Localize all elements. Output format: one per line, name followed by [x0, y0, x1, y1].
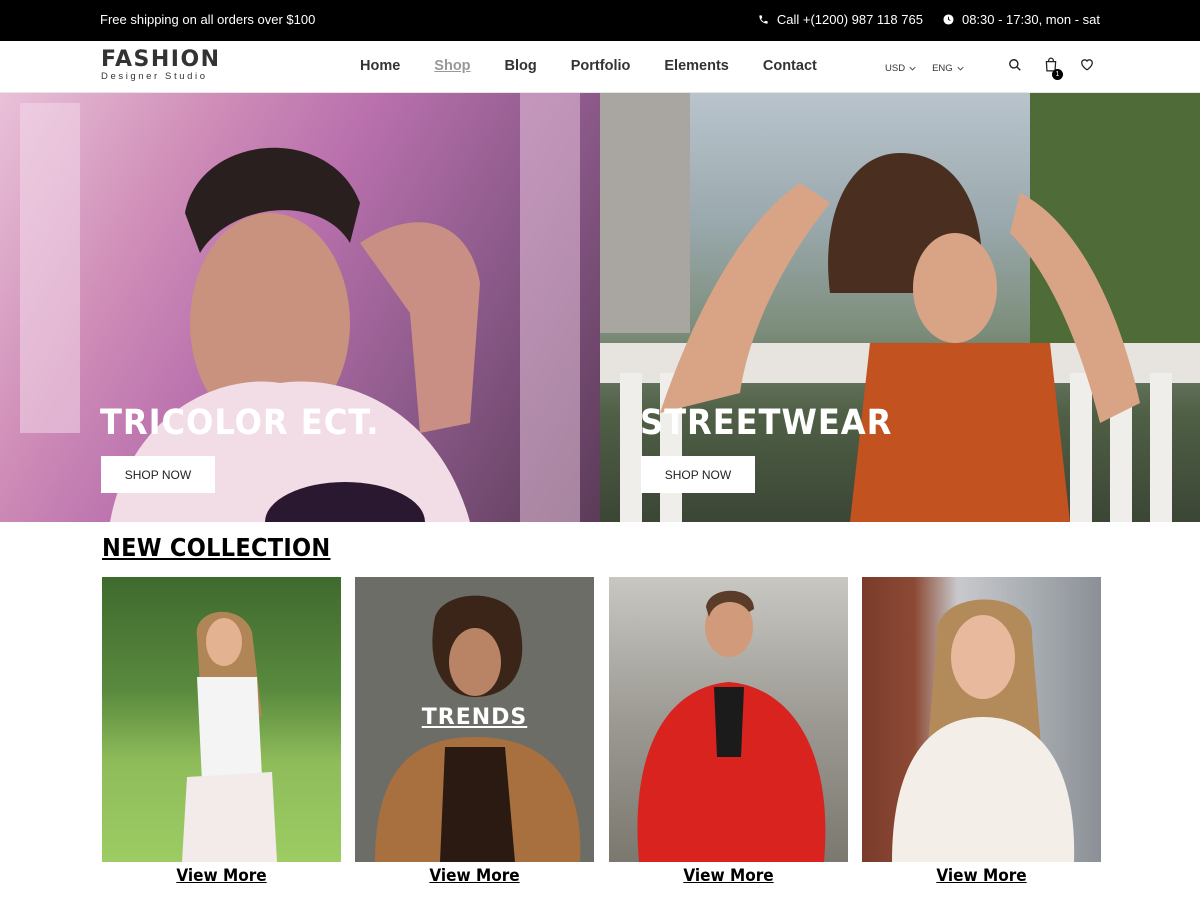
collection-card[interactable]: View More — [609, 577, 848, 886]
nav-portfolio[interactable]: Portfolio — [571, 58, 631, 74]
cart-count-badge: 1 — [1052, 69, 1063, 80]
phone-icon — [758, 14, 769, 25]
collection-card[interactable]: TRENDS View More — [355, 577, 594, 886]
product-photo: TRENDS — [355, 577, 594, 862]
nav-shop[interactable]: Shop — [434, 58, 470, 74]
currency-select[interactable]: USD — [885, 63, 916, 74]
view-more-link[interactable]: View More — [114, 866, 329, 886]
cart-button[interactable]: 1 — [1044, 57, 1063, 80]
language-value: ENG — [932, 63, 953, 74]
view-more-link[interactable]: View More — [874, 866, 1089, 886]
search-icon[interactable] — [1008, 58, 1022, 77]
hero-photo-man — [20, 93, 580, 522]
language-select[interactable]: ENG — [932, 63, 964, 74]
collection-card[interactable]: View More — [102, 577, 341, 886]
phone-info: Call +(1200) 987 118 765 — [758, 12, 923, 27]
chevron-down-icon — [957, 63, 964, 74]
shipping-notice: Free shipping on all orders over $100 — [100, 12, 316, 27]
nav-home[interactable]: Home — [360, 58, 400, 74]
hours-info: 08:30 - 17:30, mon - sat — [943, 12, 1100, 27]
shop-now-button[interactable]: SHOP NOW — [101, 456, 215, 493]
site-logo[interactable]: FASHION Designer Studio — [101, 47, 221, 83]
product-photo — [862, 577, 1101, 862]
header-actions: 1 — [1008, 57, 1094, 80]
hero-banner-tricolor: TRICOLOR ECT. SHOP NOW — [0, 93, 600, 522]
top-bar: Free shipping on all orders over $100 Ca… — [0, 0, 1200, 41]
collection-card[interactable]: View More — [862, 577, 1101, 886]
view-more-link[interactable]: View More — [621, 866, 836, 886]
nav-blog[interactable]: Blog — [505, 58, 537, 74]
product-photo — [609, 577, 848, 862]
logo-tagline: Designer Studio — [101, 71, 208, 82]
product-photo — [102, 577, 341, 862]
trends-overlay-label[interactable]: TRENDS — [355, 705, 594, 730]
nav-elements[interactable]: Elements — [664, 58, 728, 74]
shop-now-button[interactable]: SHOP NOW — [641, 456, 755, 493]
nav-contact[interactable]: Contact — [763, 58, 817, 74]
view-more-link[interactable]: View More — [367, 866, 582, 886]
main-nav: Home Shop Blog Portfolio Elements Contac… — [360, 58, 851, 74]
logo-name: FASHION — [101, 47, 221, 72]
contact-info: Call +(1200) 987 118 765 08:30 - 17:30, … — [758, 12, 1100, 27]
opening-hours: 08:30 - 17:30, mon - sat — [961, 12, 1100, 27]
currency-value: USD — [885, 63, 906, 74]
phone-number[interactable]: Call +(1200) 987 118 765 — [777, 12, 923, 27]
hero-title: STREETWEAR — [640, 403, 893, 443]
chevron-down-icon — [909, 63, 916, 74]
main-header: FASHION Designer Studio Home Shop Blog P… — [0, 41, 1200, 93]
hero-title: TRICOLOR ECT. — [100, 403, 380, 443]
hero-banner-streetwear: STREETWEAR SHOP NOW — [600, 93, 1200, 522]
heart-icon[interactable] — [1080, 58, 1094, 76]
locale-selectors: USD ENG — [885, 63, 964, 74]
collection-heading: NEW COLLECTION — [102, 533, 331, 562]
clock-icon — [943, 14, 954, 25]
